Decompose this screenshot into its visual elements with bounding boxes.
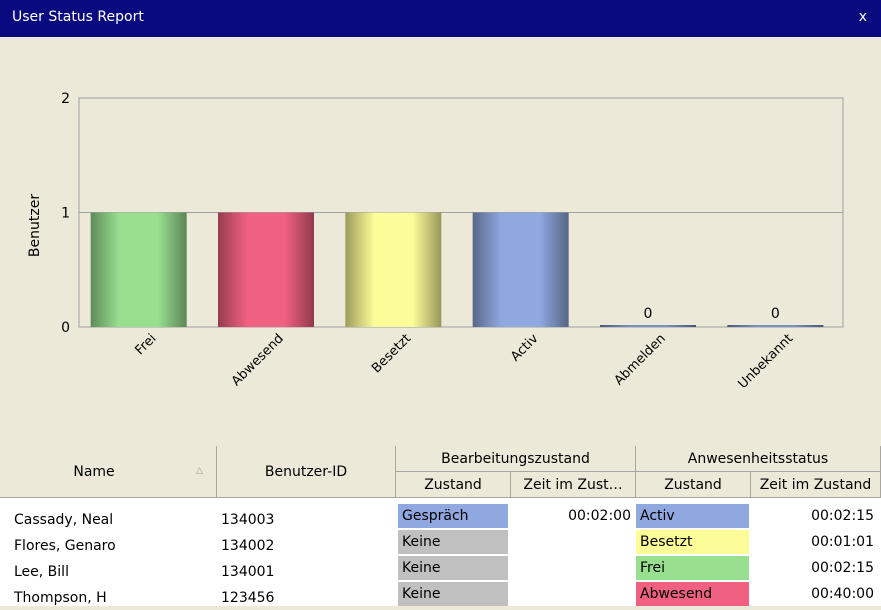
bar-frei — [90, 212, 187, 327]
bar-abwesend — [218, 212, 314, 327]
title-bar: User Status Report x — [0, 0, 881, 37]
cell-presence-state: Besetzt — [636, 530, 749, 554]
x-tick-label-besetzt: Besetzt — [369, 331, 414, 376]
x-tick-label-abwesend: Abwesend — [229, 331, 287, 389]
x-tick-label-frei: Frei — [132, 331, 159, 358]
cell-presence-time: 00:40:00 — [811, 586, 874, 602]
y-tick-label: 0 — [61, 320, 70, 336]
column-header-state[interactable]: Zustand — [396, 472, 511, 498]
y-tick-label: 1 — [61, 206, 70, 222]
bar-chart: 0 1 2 Benutzer Frei Abwesend Besetzt Activ 0 Abme… — [27, 91, 844, 392]
cell-user-id: 134002 — [221, 538, 275, 554]
cell-presence-time: 00:02:15 — [811, 508, 874, 524]
group-header-processing-state: Bearbeitungszustand — [396, 446, 636, 472]
cell-presence-state: Frei — [636, 556, 749, 580]
cell-name: Flores, Genaro — [14, 538, 116, 554]
column-header-state-label: Zustand — [424, 477, 482, 493]
cell-user-id: 123456 — [221, 590, 275, 606]
column-header-presence-state[interactable]: Zustand — [636, 472, 751, 498]
cell-processing-state: Keine — [398, 530, 508, 554]
y-axis-label: Benutzer — [27, 194, 43, 257]
column-header-user-id-label: Benutzer-ID — [264, 464, 348, 480]
window-title: User Status Report — [12, 9, 144, 25]
cell-processing-state: Keine — [398, 582, 508, 606]
x-tick-label-unbekannt: Unbekannt — [735, 331, 796, 392]
sort-ascending-icon[interactable]: △ — [196, 466, 203, 476]
bar-abmelden — [600, 325, 696, 327]
column-header-name[interactable]: Name — [0, 446, 217, 498]
cell-presence-state: Activ — [636, 504, 749, 528]
column-header-user-id[interactable]: Benutzer-ID — [217, 446, 396, 498]
column-header-presence-time[interactable]: Zeit im Zustand — [751, 472, 881, 498]
bar-unbekannt — [727, 325, 824, 327]
column-header-presence-state-label: Zustand — [664, 477, 722, 493]
column-header-time-in-state[interactable]: Zeit im Zust… — [511, 472, 636, 498]
bar-besetzt — [345, 212, 442, 327]
cell-processing-time — [511, 530, 634, 554]
column-header-time-in-state-label: Zeit im Zust… — [523, 477, 623, 493]
cell-user-id: 134001 — [221, 564, 275, 580]
group-header-presence-status-label: Anwesenheitsstatus — [687, 451, 829, 467]
report-window: User Status Report x 0 1 2 Benutzer Frei Abwe… — [0, 0, 881, 606]
bar-activ — [472, 212, 569, 327]
data-label-abmelden: 0 — [644, 306, 653, 322]
group-header-presence-status: Anwesenheitsstatus — [636, 446, 881, 472]
cell-presence-time: 00:02:15 — [811, 560, 874, 576]
cell-processing-time — [511, 582, 634, 606]
cell-processing-state: Gespräch — [398, 504, 508, 528]
x-tick-label-activ: Activ — [508, 331, 542, 365]
y-tick-label: 2 — [61, 91, 70, 107]
cell-name: Thompson, H — [14, 590, 107, 606]
cell-user-id: 134003 — [221, 512, 275, 528]
cell-presence-state: Abwesend — [636, 582, 749, 606]
cell-name: Cassady, Neal — [14, 512, 114, 528]
chart-area: 0 1 2 Benutzer Frei Abwesend Besetzt Activ 0 Abme… — [0, 37, 881, 445]
x-tick-label-abmelden: Abmelden — [612, 331, 669, 388]
cell-name: Lee, Bill — [14, 564, 69, 580]
cell-processing-state: Keine — [398, 556, 508, 580]
data-label-unbekannt: 0 — [771, 306, 780, 322]
column-header-presence-time-label: Zeit im Zustand — [759, 477, 872, 493]
column-header-name-label: Name — [73, 464, 115, 480]
cell-presence-time: 00:01:01 — [811, 534, 874, 550]
group-header-processing-state-label: Bearbeitungszustand — [441, 451, 590, 467]
cell-processing-time — [511, 556, 634, 580]
cell-processing-time: 00:02:00 — [568, 508, 631, 524]
user-status-table: Name △ Benutzer-ID Bearbeitungszustand A… — [0, 446, 881, 606]
close-button[interactable]: x — [859, 9, 867, 25]
